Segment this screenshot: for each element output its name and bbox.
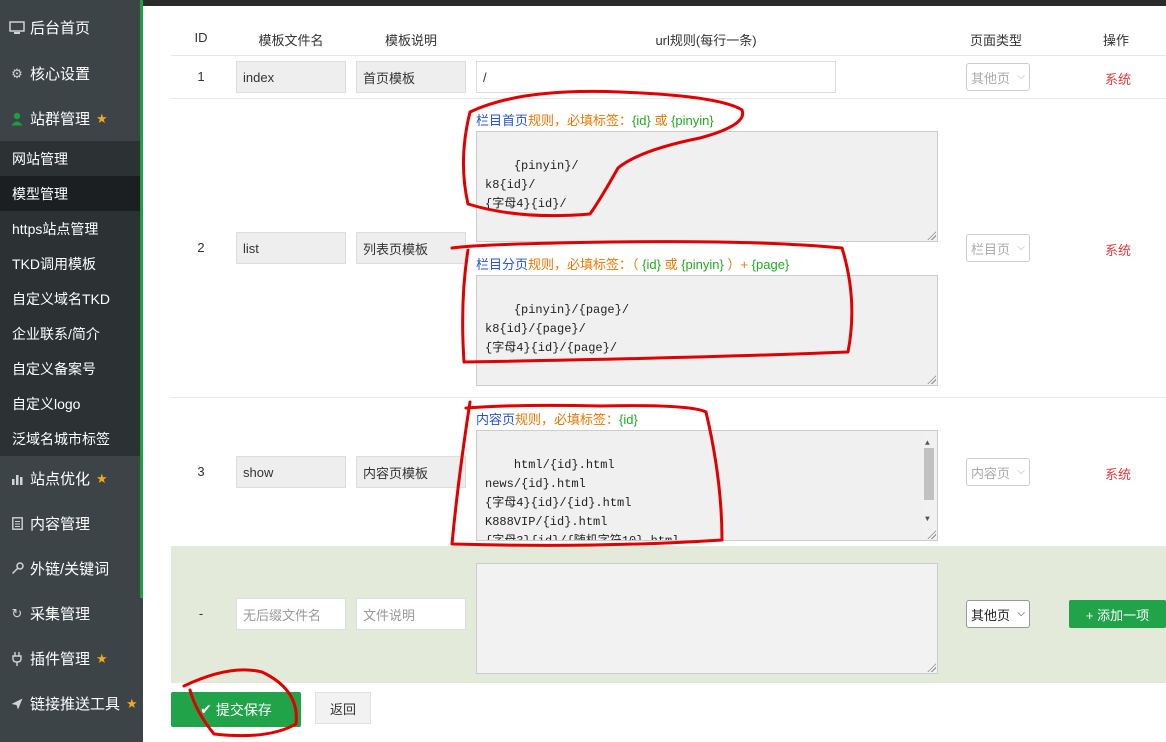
page-type-select[interactable]: 栏目页 ⌵ (966, 234, 1030, 262)
resize-handle[interactable] (927, 663, 936, 672)
sidebar-subitem-site-management[interactable]: 网站管理 (0, 141, 140, 176)
system-label[interactable]: 系统 (1093, 464, 1143, 483)
new-filename-input[interactable]: 无后缀文件名 (236, 598, 346, 630)
sidebar-subitem-tkd-template[interactable]: TKD调用模板 (0, 246, 140, 281)
document-icon (8, 517, 26, 530)
category-index-rules-textarea[interactable]: {pinyin}/ k8{id}/ {字母4}{id}/ (476, 131, 938, 242)
sidebar-item-links-keywords[interactable]: 外链/关键词 (0, 551, 140, 586)
monitor-icon (8, 20, 26, 35)
star-icon: ★ (96, 470, 108, 486)
category-page-hint: 栏目分页规则，必填标签：（ {id} 或 {pinyin} ）+ {page} (476, 257, 790, 272)
sidebar-item-label: 外链/关键词 (30, 561, 110, 578)
category-page-rules-textarea[interactable]: {pinyin}/{page}/ k8{id}/{page}/ {字母4}{id… (476, 275, 938, 386)
sidebar-item-label: 内容管理 (30, 516, 91, 533)
chevron-down-icon: ⌵ (1017, 71, 1025, 82)
sidebar-item-label: 链接推送工具 (30, 696, 121, 713)
divider (171, 397, 1166, 398)
sidebar-item-home[interactable]: 后台首页 (0, 10, 140, 45)
description-field[interactable]: 列表页模板 (356, 232, 466, 264)
sidebar-item-plugins[interactable]: 插件管理 ★ (0, 641, 140, 676)
sidebar-item-label: 后台首页 (30, 20, 91, 37)
scroll-down-icon[interactable]: ▼ (925, 510, 930, 529)
sidebar-item-link-push[interactable]: 链接推送工具 ★ (0, 686, 140, 721)
refresh-icon: ↻ (11, 605, 23, 621)
description-field[interactable]: 内容页模板 (356, 456, 466, 488)
sidebar-subitem-https[interactable]: https站点管理 (0, 211, 140, 246)
key-icon (8, 562, 26, 575)
sidebar-item-label: 采集管理 (30, 606, 91, 623)
star-icon: ★ (96, 110, 108, 126)
header-operations: 操作 (1102, 33, 1129, 48)
page-type-select[interactable]: 内容页 ⌵ (966, 458, 1030, 486)
scrollbar[interactable]: ▲ ▼ (922, 432, 936, 540)
sidebar-item-label: 站群管理 (30, 111, 91, 128)
divider (171, 98, 1166, 99)
submit-save-button[interactable]: ✔ 提交保存 (171, 692, 301, 727)
plug-icon (8, 651, 26, 666)
chevron-down-icon: ⌵ (1017, 466, 1025, 477)
content-page-hint: 内容页规则，必填标签：{id} (476, 412, 638, 427)
sidebar: 后台首页 ⚙ 核心设置 站群管理 ★ 网站管理 模型管理 https站点管理 T… (0, 0, 143, 742)
sidebar-item-core-settings[interactable]: ⚙ 核心设置 (0, 56, 140, 91)
row-id: 1 (197, 69, 205, 84)
sidebar-item-label: 站点优化 (30, 471, 91, 488)
header-url-rules: url规则(每行一条) (655, 33, 757, 48)
resize-handle[interactable] (927, 530, 936, 539)
filename-field[interactable]: list (236, 232, 346, 264)
sidebar-subitem-company-contact[interactable]: 企业联系/简介 (0, 316, 140, 351)
description-field[interactable]: 首页模板 (356, 61, 466, 93)
sidebar-subitem-city-tags[interactable]: 泛域名城市标签 (0, 421, 140, 456)
new-page-type-select[interactable]: 其他页 ⌵ (966, 600, 1030, 628)
send-icon (8, 698, 26, 710)
user-icon (8, 112, 26, 126)
chevron-down-icon: ⌵ (1017, 242, 1025, 253)
row-id: 3 (197, 464, 205, 479)
star-icon: ★ (126, 695, 138, 711)
gear-icon: ⚙ (11, 65, 23, 81)
template-rules-panel: ID 模板文件名 模板说明 url规则(每行一条) 页面类型 操作 1 inde… (146, 6, 1166, 742)
filename-field[interactable]: index (236, 61, 346, 93)
system-label[interactable]: 系统 (1093, 240, 1143, 259)
row-id: 2 (197, 240, 205, 255)
resize-handle[interactable] (927, 231, 936, 240)
scrollbar-thumb[interactable] (924, 448, 934, 500)
add-item-button[interactable]: + 添加一项 (1069, 600, 1166, 628)
resize-handle[interactable] (927, 375, 936, 384)
header-page-type: 页面类型 (969, 33, 1022, 48)
category-index-hint: 栏目首页规则，必填标签：{id} 或 {pinyin} (476, 113, 714, 128)
check-icon: ✔ (200, 701, 212, 717)
bar-chart-icon (8, 473, 26, 485)
url-rule-input[interactable]: / (476, 61, 836, 93)
header-id: ID (194, 30, 208, 45)
new-description-input[interactable]: 文件说明 (356, 598, 466, 630)
new-url-rules-textarea[interactable] (476, 563, 938, 674)
content-page-rules-textarea[interactable]: html/{id}.html news/{id}.html {字母4}{id}/… (476, 430, 938, 541)
filename-field[interactable]: show (236, 456, 346, 488)
star-icon: ★ (96, 650, 108, 666)
chevron-down-icon: ⌵ (1017, 608, 1025, 619)
divider (171, 55, 1166, 56)
sidebar-item-collection[interactable]: ↻ 采集管理 (0, 596, 140, 631)
back-button[interactable]: 返回 (315, 692, 371, 724)
sidebar-subitem-custom-domain-tkd[interactable]: 自定义域名TKD (0, 281, 140, 316)
sidebar-subitem-icp-number[interactable]: 自定义备案号 (0, 351, 140, 386)
system-label[interactable]: 系统 (1093, 69, 1143, 88)
sidebar-item-content-management[interactable]: 内容管理 (0, 506, 140, 541)
page-type-select[interactable]: 其他页 ⌵ (966, 63, 1030, 91)
sidebar-item-label: 核心设置 (30, 66, 91, 83)
sidebar-subitem-custom-logo[interactable]: 自定义logo (0, 386, 140, 421)
sidebar-item-label: 插件管理 (30, 651, 91, 668)
row-id: - (198, 606, 204, 621)
sidebar-item-site-optimization[interactable]: 站点优化 ★ (0, 461, 140, 496)
sidebar-accent (140, 0, 143, 598)
header-filename: 模板文件名 (258, 33, 324, 48)
sidebar-item-site-group[interactable]: 站群管理 ★ (0, 101, 140, 136)
header-desc: 模板说明 (384, 33, 437, 48)
sidebar-subitem-model-management[interactable]: 模型管理 (0, 176, 140, 211)
